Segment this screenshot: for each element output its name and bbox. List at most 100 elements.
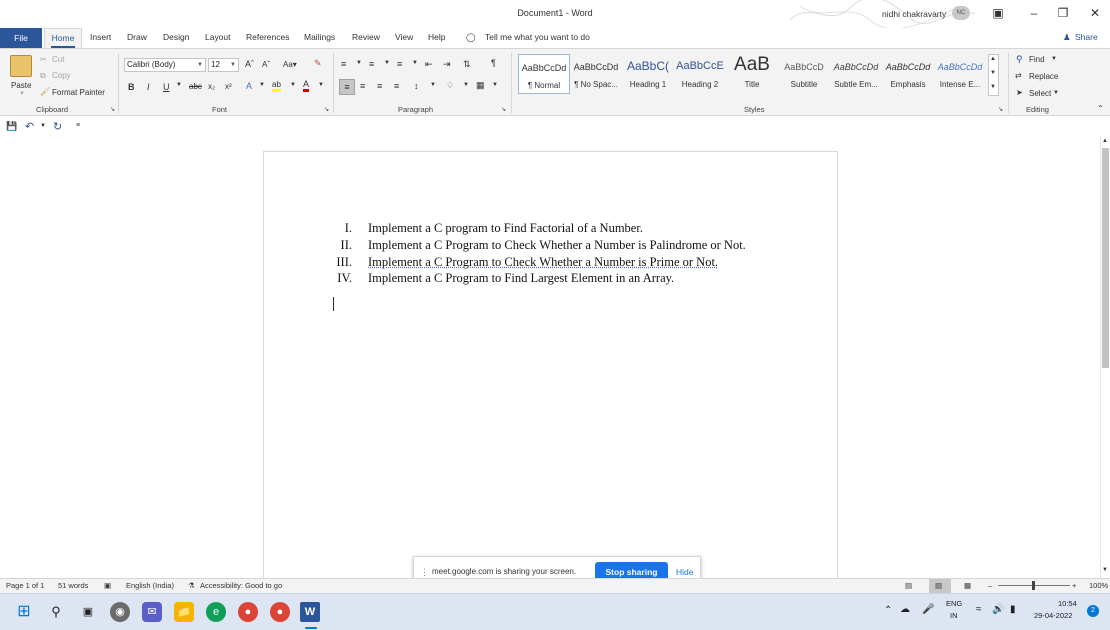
- wifi-icon[interactable]: ≈: [976, 604, 982, 615]
- language-secondary[interactable]: IN: [950, 611, 958, 620]
- zoom-out-icon[interactable]: –: [988, 581, 992, 590]
- avatar[interactable]: NC: [952, 6, 970, 20]
- word-count[interactable]: 51 words: [58, 581, 88, 590]
- word-app-icon[interactable]: W: [300, 602, 320, 622]
- clock-time[interactable]: 10:54: [1058, 599, 1077, 608]
- microphone-icon[interactable]: 🎤: [922, 604, 934, 615]
- undo-dropdown-icon[interactable]: ▼: [40, 123, 46, 129]
- share-button[interactable]: Share: [1075, 32, 1098, 42]
- borders-icon[interactable]: ▦: [476, 80, 485, 91]
- cloud-icon[interactable]: ☁: [900, 604, 910, 615]
- undo-icon[interactable]: ↶: [25, 120, 34, 133]
- ribbon-display-options-icon[interactable]: ▣: [990, 5, 1006, 21]
- underline-dropdown-icon[interactable]: ▼: [176, 82, 182, 88]
- find-button[interactable]: Find: [1029, 55, 1045, 64]
- change-case-icon[interactable]: Aa▾: [283, 60, 297, 69]
- redo-icon[interactable]: ↻: [53, 120, 62, 133]
- style-heading-1[interactable]: AaBbC( Heading 1: [622, 54, 674, 94]
- grow-font-icon[interactable]: Aˆ: [245, 59, 254, 69]
- tab-review[interactable]: Review: [352, 32, 380, 42]
- scroll-thumb[interactable]: [1102, 148, 1109, 368]
- style-intense-emphasis[interactable]: AaBbCcDd Intense E...: [934, 54, 986, 94]
- accessibility-status[interactable]: Accessibility: Good to go: [200, 581, 282, 590]
- styles-launcher-icon[interactable]: ↘: [998, 106, 1003, 113]
- bullets-icon[interactable]: ≡: [341, 59, 346, 69]
- save-icon[interactable]: 💾: [6, 121, 17, 132]
- language[interactable]: English (India): [126, 581, 174, 590]
- battery-icon[interactable]: ▮: [1010, 604, 1016, 615]
- replace-button[interactable]: Replace: [1029, 72, 1058, 81]
- windows-start-icon[interactable]: ⊞: [14, 602, 34, 622]
- file-explorer-icon[interactable]: 📁: [174, 602, 194, 622]
- tab-references[interactable]: References: [246, 32, 289, 42]
- highlight-icon[interactable]: ab: [272, 80, 281, 92]
- style-normal[interactable]: AaBbCcDd ¶ Normal: [518, 54, 570, 94]
- font-launcher-icon[interactable]: ↘: [324, 106, 329, 113]
- show-hidden-icons-icon[interactable]: ⌃: [884, 605, 892, 616]
- select-button[interactable]: Select: [1029, 89, 1051, 98]
- font-size-select[interactable]: 12 ▼: [208, 58, 239, 72]
- user-name[interactable]: nidhi chakravarty: [882, 9, 946, 19]
- font-color-dropdown-icon[interactable]: ▼: [318, 82, 324, 88]
- volume-icon[interactable]: 🔊: [992, 604, 1004, 615]
- tab-design[interactable]: Design: [163, 32, 189, 42]
- justify-icon[interactable]: ≡: [394, 81, 399, 91]
- style-heading-2[interactable]: AaBbCcE Heading 2: [674, 54, 726, 94]
- chevron-up-icon[interactable]: ▲: [990, 56, 996, 62]
- clipboard-launcher-icon[interactable]: ↘: [110, 106, 115, 113]
- minimize-icon[interactable]: –: [1026, 5, 1042, 21]
- page-count[interactable]: Page 1 of 1: [6, 581, 44, 590]
- zoom-slider-thumb[interactable]: [1032, 581, 1035, 590]
- close-icon[interactable]: ✕: [1087, 5, 1103, 21]
- text-effects-icon[interactable]: A: [246, 81, 252, 91]
- style-subtle-emphasis[interactable]: AaBbCcDd Subtle Em...: [830, 54, 882, 94]
- customize-qat-icon[interactable]: ≡: [76, 122, 80, 129]
- paste-button[interactable]: Paste: [11, 81, 31, 90]
- shading-dropdown-icon[interactable]: ▼: [463, 82, 469, 88]
- line-spacing-dropdown-icon[interactable]: ▼: [430, 82, 436, 88]
- tab-help[interactable]: Help: [428, 32, 445, 42]
- tell-me-search[interactable]: Tell me what you want to do: [485, 32, 590, 42]
- subscript-icon[interactable]: x₂: [208, 82, 215, 91]
- tab-home[interactable]: Home: [44, 28, 82, 48]
- style-emphasis[interactable]: AaBbCcDd Emphasis: [882, 54, 934, 94]
- tab-view[interactable]: View: [395, 32, 413, 42]
- document-page[interactable]: I. Implement a C program to Find Factori…: [263, 151, 838, 591]
- style-subtitle[interactable]: AaBbCcD Subtitle: [778, 54, 830, 94]
- font-name-select[interactable]: Calibri (Body) ▼: [124, 58, 206, 72]
- format-painter-button[interactable]: Format Painter: [52, 88, 105, 97]
- task-view-icon[interactable]: ▣: [78, 602, 98, 622]
- multilevel-list-icon[interactable]: ≡: [397, 59, 402, 69]
- vertical-scrollbar[interactable]: ▲ ▼: [1100, 137, 1110, 578]
- edge-icon[interactable]: e: [206, 602, 226, 622]
- numbering-icon[interactable]: ≡: [369, 59, 374, 69]
- align-left-icon[interactable]: ≡: [339, 79, 355, 95]
- multilevel-dropdown-icon[interactable]: ▼: [412, 60, 418, 66]
- teams-chat-icon[interactable]: ✉: [142, 602, 162, 622]
- shrink-font-icon[interactable]: Aˇ: [262, 60, 270, 69]
- styles-scroll[interactable]: ▲ ▼ ▼: [988, 54, 999, 96]
- paragraph-launcher-icon[interactable]: ↘: [501, 106, 506, 113]
- tab-draw[interactable]: Draw: [127, 32, 147, 42]
- styles-more-icon[interactable]: ▼: [990, 84, 996, 90]
- widgets-icon[interactable]: ◉: [110, 602, 130, 622]
- bold-icon[interactable]: B: [128, 82, 135, 92]
- language-primary[interactable]: ENG: [946, 599, 962, 608]
- tab-insert[interactable]: Insert: [90, 32, 111, 42]
- share-icon[interactable]: ♟: [1063, 32, 1071, 43]
- hide-button[interactable]: Hide: [676, 567, 693, 577]
- find-dropdown-icon[interactable]: ▼: [1051, 56, 1057, 62]
- sort-icon[interactable]: ⇅: [463, 59, 471, 70]
- align-right-icon[interactable]: ≡: [377, 81, 382, 91]
- italic-icon[interactable]: I: [147, 82, 150, 92]
- select-dropdown-icon[interactable]: ▼: [1053, 90, 1059, 96]
- cut-button[interactable]: Cut: [52, 55, 64, 64]
- underline-icon[interactable]: U: [163, 82, 170, 92]
- proofing-icon[interactable]: ▣: [104, 581, 111, 590]
- zoom-in-icon[interactable]: +: [1072, 581, 1076, 590]
- scroll-down-icon[interactable]: ▼: [1102, 567, 1108, 573]
- show-formatting-icon[interactable]: ¶: [491, 58, 496, 68]
- style-no-spacing[interactable]: AaBbCcDd ¶ No Spac...: [570, 54, 622, 94]
- style-title[interactable]: AaB Title: [726, 54, 778, 94]
- superscript-icon[interactable]: x²: [225, 82, 232, 91]
